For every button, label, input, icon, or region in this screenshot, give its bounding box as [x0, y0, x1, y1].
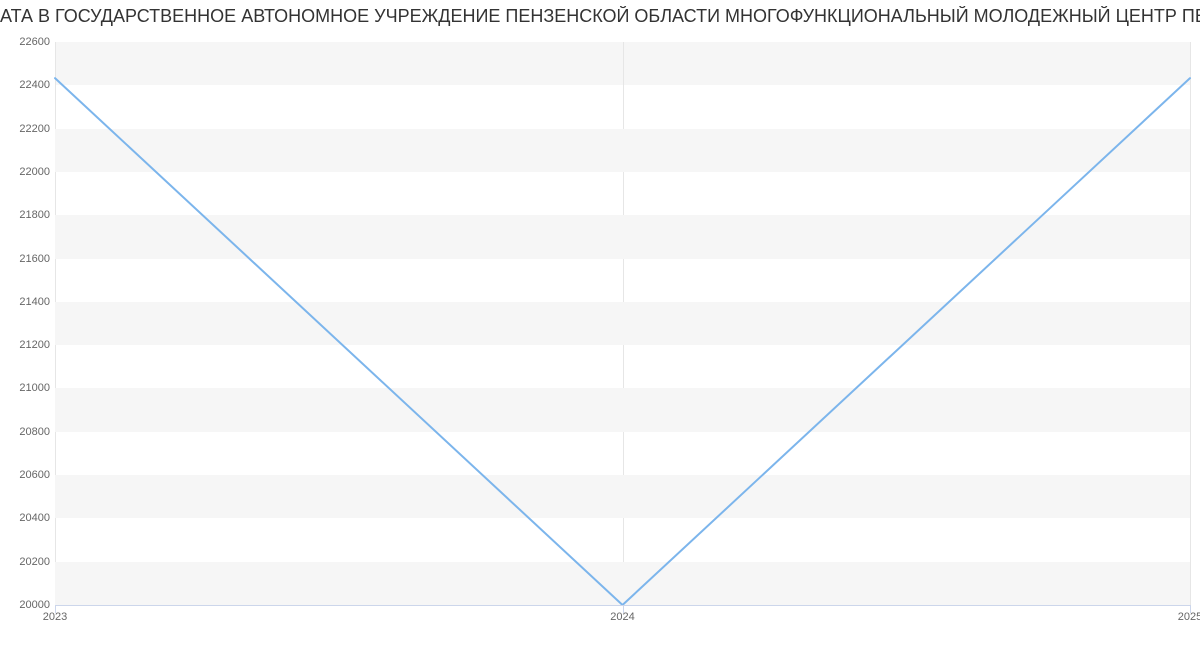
y-tick-label: 20600: [5, 469, 50, 481]
y-tick-label: 21000: [5, 382, 50, 394]
x-axis-line: [55, 605, 1190, 606]
plot-area: [55, 42, 1190, 605]
y-tick-label: 22400: [5, 79, 50, 91]
y-tick-label: 22200: [5, 123, 50, 135]
chart-container: АТА В ГОСУДАРСТВЕННОЕ АВТОНОМНОЕ УЧРЕЖДЕ…: [0, 0, 1200, 650]
y-tick-label: 20800: [5, 426, 50, 438]
x-tick-label: 2024: [610, 611, 634, 623]
y-tick-label: 21800: [5, 209, 50, 221]
series-path: [55, 78, 1190, 605]
y-tick-label: 22600: [5, 36, 50, 48]
chart-title: АТА В ГОСУДАРСТВЕННОЕ АВТОНОМНОЕ УЧРЕЖДЕ…: [0, 6, 1200, 27]
y-tick-label: 21400: [5, 296, 50, 308]
y-tick-label: 22000: [5, 166, 50, 178]
line-series: [55, 42, 1190, 605]
y-tick-label: 20400: [5, 512, 50, 524]
x-gridline: [1190, 42, 1191, 605]
y-tick-label: 20200: [5, 556, 50, 568]
x-tick-label: 2023: [43, 611, 67, 623]
x-tick-label: 2025: [1178, 611, 1200, 623]
y-tick-label: 21200: [5, 339, 50, 351]
y-tick-label: 21600: [5, 253, 50, 265]
y-tick-label: 20000: [5, 599, 50, 611]
